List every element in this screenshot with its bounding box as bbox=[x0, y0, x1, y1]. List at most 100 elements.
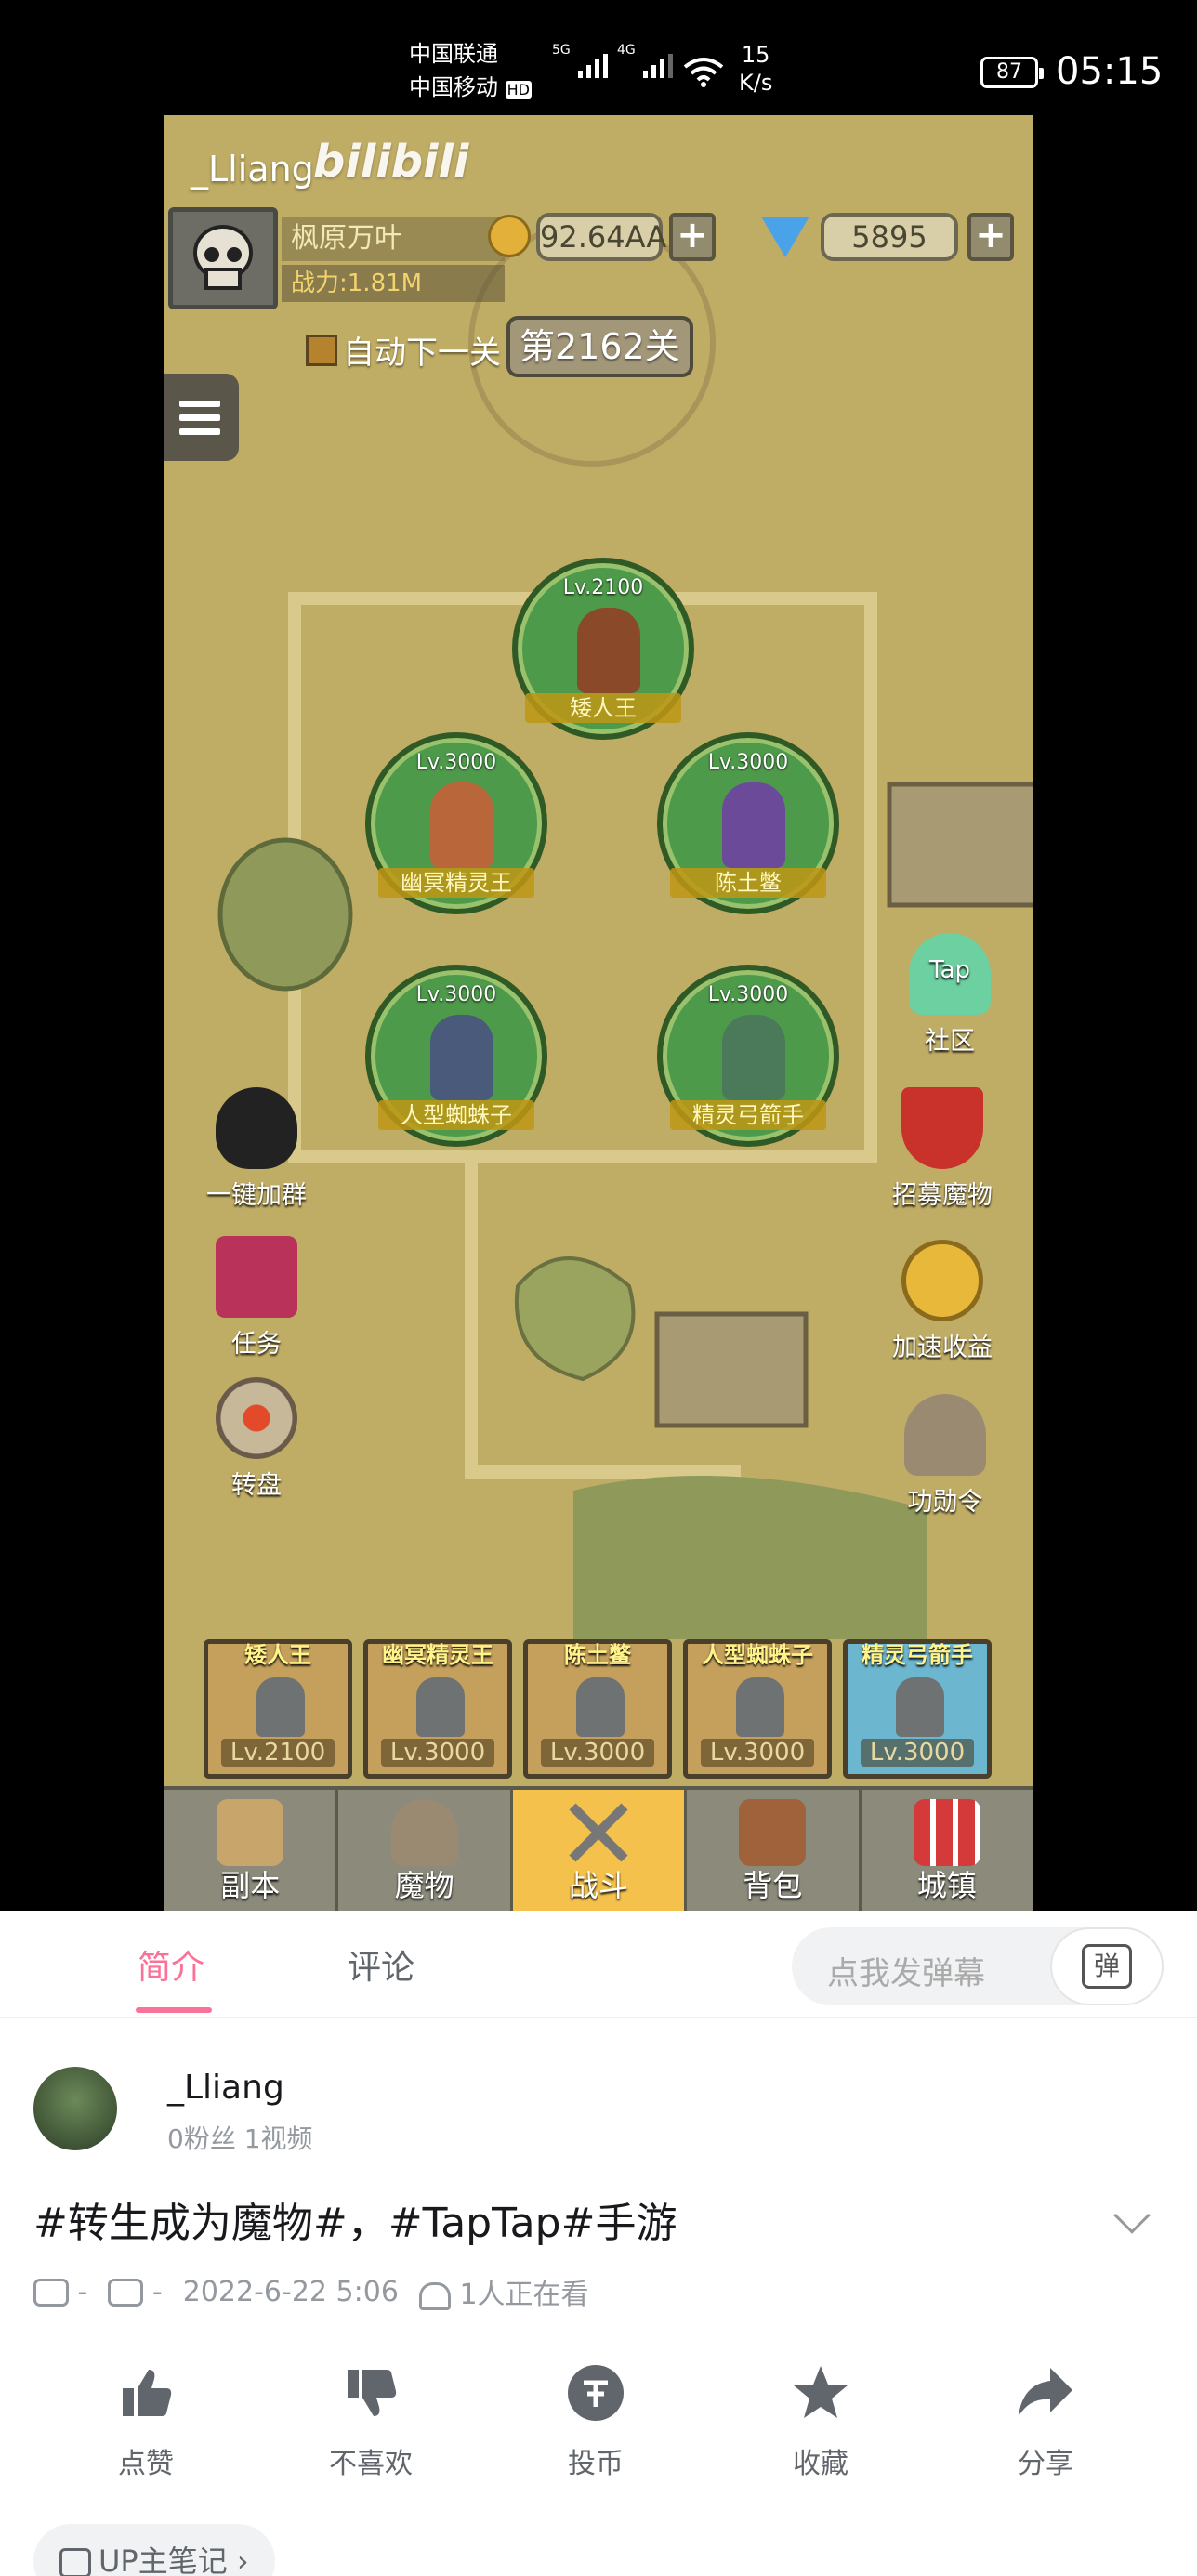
tab-intro[interactable]: 简介 bbox=[138, 1940, 204, 1989]
hero-slot-name: 人型蜘蛛子 bbox=[702, 1642, 813, 1668]
share-icon bbox=[1019, 2368, 1072, 2416]
hero-slot[interactable]: 幽冥精灵王 Lv.3000 bbox=[363, 1639, 512, 1779]
map-unit[interactable]: Lv.3000 精灵弓箭手 bbox=[657, 965, 839, 1147]
community-button[interactable]: Tap 社区 bbox=[880, 933, 1019, 1057]
elf-king-figure bbox=[430, 782, 493, 868]
danmaku-count-icon bbox=[108, 2279, 144, 2307]
hero-slot-level: Lv.3000 bbox=[381, 1739, 494, 1767]
dislike-label: 不喜欢 bbox=[329, 2448, 413, 2480]
helmet-icon bbox=[390, 1799, 458, 1866]
auto-next-label: 自动下一关 bbox=[343, 335, 501, 372]
nav-town[interactable]: 城镇 bbox=[862, 1790, 1033, 1911]
notes-icon bbox=[59, 2548, 91, 2576]
share-button[interactable]: 分享 bbox=[933, 2362, 1158, 2481]
unit-name: 人型蜘蛛子 bbox=[378, 1100, 534, 1130]
hamburger-menu-icon[interactable] bbox=[164, 374, 239, 461]
dislike-button[interactable]: 不喜欢 bbox=[258, 2362, 483, 2481]
gem-amount: 5895 bbox=[821, 213, 958, 261]
action-bar: 点赞 不喜欢 投币 收藏 分享 bbox=[0, 2362, 1197, 2481]
spider-figure bbox=[430, 1015, 493, 1100]
hero-slot-name: 矮人王 bbox=[244, 1642, 311, 1668]
checkbox[interactable] bbox=[306, 334, 337, 366]
hero-portrait bbox=[416, 1677, 465, 1737]
speed-coin-icon bbox=[901, 1240, 983, 1321]
unit-level: Lv.3000 bbox=[707, 983, 789, 1006]
unit-level: Lv.3000 bbox=[415, 751, 497, 774]
player-power: 战力:1.81M bbox=[282, 265, 505, 302]
map-unit[interactable]: Lv.2100 矮人王 bbox=[512, 558, 694, 740]
uploader-name[interactable]: _Lliang bbox=[167, 2069, 284, 2107]
nav-dungeon[interactable]: 副本 bbox=[164, 1790, 339, 1911]
add-gems-button[interactable]: + bbox=[967, 213, 1014, 261]
battery-icon: 87 bbox=[980, 57, 1044, 88]
info-tabs: 简介 评论 点我发弹幕 弹 bbox=[0, 1911, 1197, 2018]
nav-label: 副本 bbox=[220, 1868, 281, 1903]
hero-slot[interactable]: 精灵弓箭手 Lv.3000 bbox=[843, 1639, 992, 1779]
danmaku-placeholder: 点我发弹幕 bbox=[827, 1955, 985, 1992]
signal-5g-icon: 5G bbox=[552, 43, 608, 78]
player-avatar[interactable] bbox=[168, 207, 278, 309]
diamond-icon bbox=[761, 217, 809, 257]
danmaku-input[interactable]: 点我发弹幕 弹 bbox=[792, 1927, 1164, 2005]
danmaku-toggle-button[interactable]: 弹 bbox=[1050, 1927, 1164, 2005]
game-video[interactable]: _Lliang bilibili 枫原万叶 战力:1.81M 92.64AA +… bbox=[164, 115, 1033, 1911]
hero-slot[interactable]: 矮人王 Lv.2100 bbox=[204, 1639, 352, 1779]
carrier-info: 中国联通 中国移动 HD bbox=[409, 37, 532, 107]
turtle-figure bbox=[722, 782, 785, 868]
chevron-down-icon[interactable] bbox=[1113, 2197, 1151, 2234]
town-icon bbox=[913, 1799, 980, 1866]
hero-slot-level: Lv.3000 bbox=[861, 1739, 974, 1767]
hero-portrait bbox=[736, 1677, 784, 1737]
nav-backpack[interactable]: 背包 bbox=[687, 1790, 862, 1911]
speedup-label: 加速收益 bbox=[892, 1334, 993, 1362]
carrier-1: 中国联通 bbox=[409, 41, 498, 67]
auto-next-toggle[interactable]: 自动下一关 bbox=[306, 327, 501, 373]
helmet-icon bbox=[904, 1394, 986, 1476]
hero-portrait bbox=[576, 1677, 625, 1737]
nav-monsters[interactable]: 魔物 bbox=[338, 1790, 513, 1911]
danmaku-icon: 弹 bbox=[1082, 1944, 1132, 1989]
coin-button[interactable]: 投币 bbox=[483, 2362, 708, 2481]
map-unit[interactable]: Lv.3000 陈土鳖 bbox=[657, 732, 839, 914]
signal-4g-icon: 4G bbox=[617, 43, 673, 78]
gold-amount: 92.64AA bbox=[536, 213, 666, 261]
unit-level: Lv.3000 bbox=[707, 751, 789, 774]
hero-slot[interactable]: 陈土鳖 Lv.3000 bbox=[523, 1639, 672, 1779]
speedup-button[interactable]: 加速收益 bbox=[863, 1240, 1021, 1363]
merit-button[interactable]: 功勋令 bbox=[871, 1394, 1019, 1518]
like-button[interactable]: 点赞 bbox=[33, 2362, 258, 2481]
nav-battle[interactable]: 战斗 bbox=[512, 1790, 688, 1911]
hero-slots: 矮人王 Lv.2100 幽冥精灵王 Lv.3000 陈土鳖 Lv.3000 人型… bbox=[164, 1639, 1033, 1779]
tab-comments[interactable]: 评论 bbox=[348, 1940, 414, 1989]
star-icon bbox=[794, 2366, 848, 2418]
wheel-button[interactable]: 转盘 bbox=[196, 1377, 317, 1501]
wifi-icon bbox=[683, 58, 724, 87]
coin-label: 投币 bbox=[568, 2448, 624, 2480]
hero-slot-level: Lv.3000 bbox=[541, 1739, 654, 1767]
like-label: 点赞 bbox=[118, 2448, 174, 2480]
recruit-button[interactable]: 招募魔物 bbox=[863, 1087, 1021, 1211]
hero-slot-name: 陈土鳖 bbox=[564, 1642, 631, 1668]
join-group-button[interactable]: 一键加群 bbox=[196, 1087, 317, 1211]
hero-slot[interactable]: 人型蜘蛛子 Lv.3000 bbox=[683, 1639, 832, 1779]
up-notes-button[interactable]: UP主笔记 › bbox=[33, 2524, 275, 2576]
danmaku-count: - bbox=[108, 2276, 163, 2308]
play-icon bbox=[33, 2279, 69, 2307]
carrier-2: 中国移动 HD bbox=[409, 74, 532, 100]
clock: 05:15 bbox=[1056, 50, 1164, 93]
uploader-stats: 0粉丝 1视频 bbox=[167, 2123, 313, 2154]
recruit-banner-icon bbox=[901, 1087, 983, 1169]
add-gold-button[interactable]: + bbox=[669, 213, 716, 261]
nav-label: 战斗 bbox=[569, 1868, 629, 1903]
video-info-sheet: 简介 评论 点我发弹幕 弹 _Lliang 0粉丝 1视频 #转生成为魔物#，#… bbox=[0, 1911, 1197, 2576]
map-unit[interactable]: Lv.3000 幽冥精灵王 bbox=[365, 732, 547, 914]
map-unit[interactable]: Lv.3000 人型蜘蛛子 bbox=[365, 965, 547, 1147]
thumbs-up-icon bbox=[123, 2370, 172, 2416]
quest-button[interactable]: 任务 bbox=[196, 1236, 317, 1360]
viewers-icon bbox=[418, 2281, 451, 2310]
favorite-button[interactable]: 收藏 bbox=[708, 2362, 933, 2481]
avatar[interactable] bbox=[33, 2067, 117, 2150]
archer-figure bbox=[722, 1015, 785, 1100]
hero-portrait bbox=[256, 1677, 305, 1737]
player-name: 枫原万叶 bbox=[282, 217, 505, 261]
